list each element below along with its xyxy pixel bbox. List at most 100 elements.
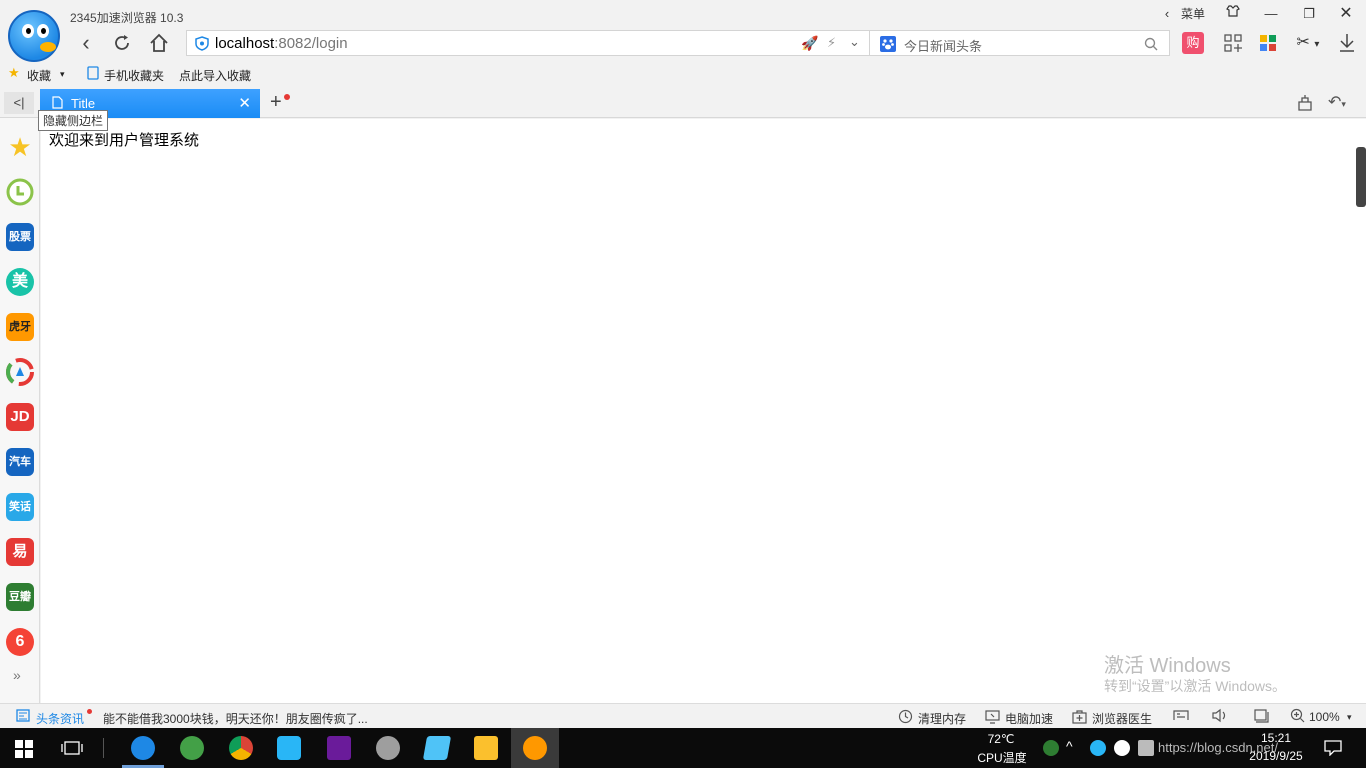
skin-icon[interactable] (1222, 4, 1244, 24)
undo-close-icon[interactable]: ↶▾ (1328, 92, 1346, 112)
sidebar-news-icon[interactable] (6, 358, 34, 386)
sidebar-huya[interactable]: 虎牙 (6, 313, 34, 341)
zoom-level[interactable]: 100% (1309, 710, 1340, 724)
news-headline[interactable]: 能不能借我3000块钱，明天还你！朋友圈传疯了... (103, 710, 368, 727)
browser-2345-icon[interactable] (180, 736, 204, 760)
shopping-button[interactable]: 购 (1182, 32, 1204, 54)
restore-button[interactable]: ❐ (1298, 4, 1320, 24)
sidebar-huya-label: 虎牙 (9, 321, 31, 333)
sidebar-video[interactable]: 6 (6, 628, 34, 656)
sidebar-jokes-label: 笑话 (9, 501, 31, 513)
fullscreen-icon[interactable] (1253, 708, 1269, 726)
address-bar[interactable]: localhost:8082/login 🚀 ⚡ ⌄ (186, 30, 870, 56)
search-icon[interactable] (1144, 34, 1158, 54)
ad-block-icon[interactable] (1172, 708, 1190, 726)
file-explorer-icon[interactable] (474, 736, 498, 760)
clock-date[interactable]: 2019/9/25 (1240, 749, 1312, 763)
ie-browser-icon[interactable] (131, 736, 155, 760)
notification-icon[interactable] (1324, 740, 1342, 759)
activation-watermark-title: 激活 Windows (1104, 655, 1231, 677)
screenshot-scissors-icon[interactable]: ✂ ▾ (1290, 32, 1326, 54)
minimize-button[interactable]: — (1260, 4, 1282, 24)
player-icon[interactable] (277, 736, 301, 760)
sidebar-jokes[interactable]: 笑话 (6, 493, 34, 521)
sidebar: ★ 股票 美 虎牙 JD 汽车 笑话 易 豆瓣 6 » (0, 118, 40, 703)
browser-logo (8, 10, 60, 62)
mobile-folder-icon (87, 66, 99, 83)
sidebar-more-button[interactable]: » (13, 667, 21, 683)
news-dot (87, 709, 92, 714)
user-photo-icon[interactable] (376, 736, 400, 760)
toggle-sidebar-button[interactable]: <| (4, 92, 34, 114)
cpu-temperature-label: CPU温度 (977, 751, 1027, 765)
sidebar-history-icon[interactable] (6, 178, 34, 206)
scroll-grip[interactable] (1356, 147, 1366, 207)
baidu-paw-icon[interactable] (880, 36, 896, 55)
tray-ie-icon[interactable] (1090, 740, 1106, 756)
tooltip: 隐藏侧边栏 (38, 110, 109, 131)
sidebar-video-label: 6 (15, 633, 25, 650)
search-bar[interactable]: 今日新闻头条 (870, 30, 1170, 56)
speedup-button[interactable]: 电脑加速 (1005, 710, 1053, 727)
tray-qq-icon[interactable] (1114, 740, 1130, 756)
favorites-dropdown-icon[interactable]: ▾ (60, 69, 65, 80)
tab-title: Title (71, 96, 96, 111)
sidebar-auto[interactable]: 汽车 (6, 448, 34, 476)
activation-watermark-hint: 转到“设置”以激活 Windows。 (1104, 678, 1287, 694)
tray-security-icon[interactable] (1043, 740, 1059, 756)
new-tab-dot (284, 94, 290, 100)
sidebar-favorites-star-icon[interactable]: ★ (6, 133, 34, 161)
refresh-button[interactable] (108, 30, 136, 56)
bookmark-mobile[interactable]: 手机收藏夹 (104, 67, 164, 84)
windows-taskbar: 72℃ CPU温度 ^ https://blog.csdn.net/Sunxn … (0, 728, 1366, 768)
url-text[interactable]: localhost:8082/login (215, 35, 348, 52)
sidebar-jd[interactable]: JD (6, 403, 34, 431)
speedup-icon (985, 709, 1000, 727)
intellij-icon[interactable] (327, 736, 351, 760)
volume-icon[interactable] (1212, 708, 1229, 726)
zoom-dropdown-icon[interactable]: ▾ (1347, 712, 1352, 723)
tray-up-chevron-icon[interactable]: ^ (1066, 738, 1073, 754)
windows-start-icon[interactable] (15, 740, 33, 761)
notes-app-icon[interactable] (422, 736, 452, 760)
download-icon[interactable] (1336, 32, 1358, 54)
news-label[interactable]: 头条资讯 (36, 710, 84, 727)
back-button[interactable]: ‹ (72, 30, 100, 56)
extensions-icon[interactable] (1257, 32, 1279, 54)
sidebar-meituan[interactable]: 美 (6, 268, 34, 296)
favorites-star-icon: ★ (8, 65, 20, 80)
clean-icon[interactable] (1296, 94, 1314, 115)
status-bar: 头条资讯 能不能借我3000块钱，明天还你！朋友圈传疯了... 清理内存 电脑加… (0, 703, 1366, 729)
tray-network-icon[interactable] (1138, 740, 1154, 756)
lightning-icon[interactable]: ⚡ (827, 35, 836, 51)
close-window-button[interactable]: ✕ (1335, 4, 1357, 24)
sidebar-douban[interactable]: 豆瓣 (6, 583, 34, 611)
cpu-temperature: 72℃ (987, 732, 1015, 746)
dropdown-chevron-icon[interactable]: ⌄ (849, 34, 860, 50)
bookmark-favorites[interactable]: 收藏 (27, 67, 51, 84)
bookmark-import[interactable]: 点此导入收藏 (179, 67, 251, 84)
zoom-icon[interactable] (1290, 708, 1305, 726)
clock-time[interactable]: 15:21 (1244, 731, 1308, 745)
menu-button[interactable]: 菜单 (1178, 4, 1208, 24)
clean-memory-button[interactable]: 清理内存 (918, 710, 966, 727)
menu-chevron-icon[interactable]: ‹ (1160, 4, 1174, 24)
search-placeholder: 今日新闻头条 (904, 39, 983, 54)
taskbar-divider (103, 738, 104, 758)
memory-icon (898, 709, 913, 727)
apps-grid-icon[interactable] (1222, 32, 1244, 54)
chrome-icon[interactable] (229, 736, 253, 760)
active-app-icon[interactable] (523, 736, 547, 760)
tab-strip: <| Title ✕ + ↶▾ (0, 88, 1366, 118)
rocket-icon[interactable]: 🚀 (801, 35, 818, 52)
sidebar-meituan-label: 美 (11, 273, 28, 290)
new-tab-button[interactable]: + (270, 91, 282, 114)
app-title: 2345加速浏览器 10.3 (70, 11, 184, 25)
browser-doctor-button[interactable]: 浏览器医生 (1092, 710, 1152, 727)
task-view-icon[interactable] (61, 740, 83, 759)
sidebar-stocks[interactable]: 股票 (6, 223, 34, 251)
sidebar-yi[interactable]: 易 (6, 538, 34, 566)
tab-close-icon[interactable]: ✕ (238, 94, 251, 112)
home-button[interactable] (145, 30, 173, 56)
page-content: 欢迎来到用户管理系统 激活 Windows 转到“设置”以激活 Windows。 (41, 119, 1366, 703)
